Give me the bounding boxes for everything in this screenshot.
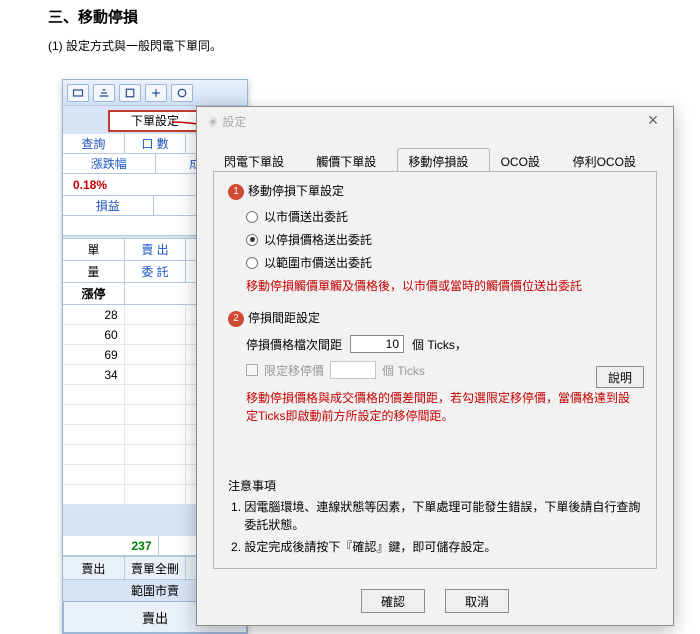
col-order: 委 託 [125,261,187,283]
section-1-title-text: 移動停損下單設定 [248,184,344,198]
toolbar-button-4[interactable] [145,84,167,102]
doc-section-title: 三、移動停損 [48,6,700,27]
col-price: 單 [63,239,125,261]
note-item: 設定完成後請按下『確認』鍵，即可儲存設定。 [244,538,642,556]
cancel-button[interactable]: 取消 [445,589,509,613]
ladder-price: 60 [63,325,125,345]
toolbar-button-2[interactable] [93,84,115,102]
settings-pane: 1 移動停損下單設定 以市價送出委託 以停損價格送出委託 以範圍市價送出委託 移動… [213,171,657,569]
note-item: 因電腦環境、連線狀態等因素，下單處理可能發生錯誤，下單後請自行查詢委託狀態。 [244,498,642,534]
pnl-label: 損益 [63,196,154,215]
limit-trailing-unit: 個 Ticks [382,362,425,379]
quantity-label: 口 數 [125,134,187,153]
section-2-title: 2 停損間距設定 [228,309,642,327]
tick-gap-input[interactable] [350,335,404,353]
toolbar-button-5[interactable] [171,84,193,102]
ladder-price: 69 [63,345,125,365]
radio-icon [246,234,258,246]
notes-heading: 注意事項 [228,477,642,494]
limit-up-label: 漲停 [63,283,125,305]
explain-button[interactable]: 說明 [596,366,644,388]
toolbar-button-1[interactable] [67,84,89,102]
query-button[interactable]: 查詢 [63,134,125,153]
radio-stop-price[interactable]: 以停損價格送出委託 [246,231,642,248]
notes-section: 注意事項 因電腦環境、連線狀態等因素，下單處理可能發生錯誤，下單後請自行查詢委託… [228,477,642,560]
section-1-title: 1 移動停損下單設定 [228,182,642,200]
section-2-title-text: 停損間距設定 [248,311,320,325]
confirm-button[interactable]: 確認 [361,589,425,613]
tick-gap-row: 停損價格檔次間距 個 Ticks， 限定移停價 個 Ticks [246,335,642,379]
section-2-hint: 移動停損價格與成交價格的價差間距，若勾選限定移停價，當價格達到設定Ticks即啟… [246,389,642,425]
dialog-title-text: 設定 [222,115,246,129]
dialog-title: 設定 [207,113,246,130]
radio-label: 以範圍市價送出委託 [264,254,372,271]
ladder-price: 28 [63,305,125,325]
radio-label: 以市價送出委託 [264,208,348,225]
section-1-hint: 移動停損觸價單觸及價格後，以市價或當時的觸價價位送出委託 [246,277,642,295]
cancel-all-sell-button[interactable]: 賣單全刪 [125,557,187,579]
doc-section-subtitle: (1) 設定方式與一般閃電下單同。 [48,37,700,54]
radio-label: 以停損價格送出委託 [264,231,372,248]
tick-gap-unit: 個 Ticks， [412,336,467,353]
radio-icon [246,257,258,269]
radio-icon [246,211,258,223]
badge-2-icon: 2 [228,311,244,327]
col-sell: 賣 出 [125,239,187,261]
order-settings-button[interactable]: 下單設定 [109,111,201,131]
ladder-price: 34 [63,365,125,385]
change-label: 漲跌幅 [63,154,156,173]
total-value: 237 [63,536,159,555]
toolbar-button-3[interactable] [119,84,141,102]
col-vol: 量 [63,261,125,283]
gear-icon [207,116,219,128]
badge-1-icon: 1 [228,184,244,200]
window-titlebar [63,80,247,106]
limit-trailing-label: 限定移停價 [264,362,324,379]
settings-dialog: 設定 × 閃電下單設定 觸價下單設定 移動停損設定 OCO設定 停利OCO設定 … [196,106,674,626]
radio-market-price[interactable]: 以市價送出委託 [246,208,642,225]
limit-trailing-input [330,361,376,379]
sell-button-small[interactable]: 賣出 [63,557,125,579]
section-2-hint-a: 移動停損價格與成交價格的價差間距， [246,391,450,405]
radio-range-market[interactable]: 以範圍市價送出委託 [246,254,642,271]
tick-gap-label: 停損價格檔次間距 [246,336,342,353]
limit-trailing-checkbox[interactable] [246,364,258,376]
close-icon[interactable]: × [643,111,663,131]
